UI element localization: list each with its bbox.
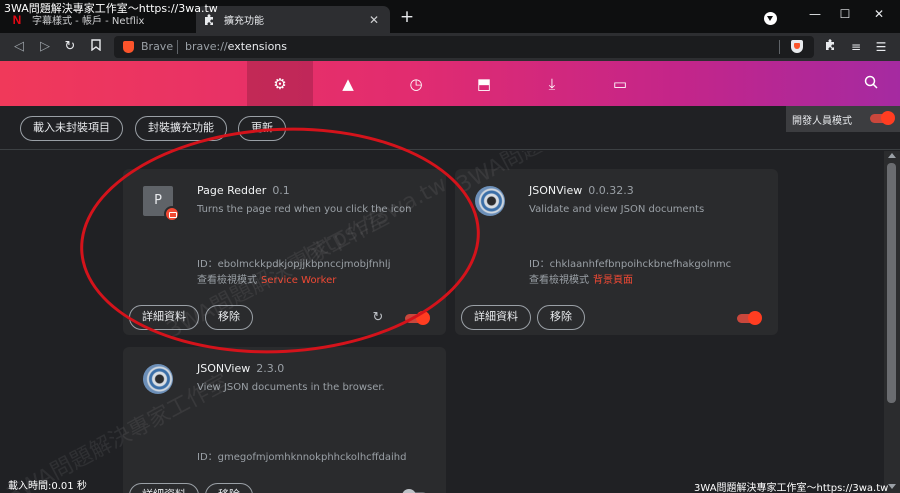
extension-card-jsonview-1: JSONView 0.0.32.3 Validate and view JSON … xyxy=(455,169,778,335)
extension-version: 0.1 xyxy=(272,184,290,197)
extension-name-text: Page Redder xyxy=(197,184,267,197)
extension-card-page-redder: P Page Redder 0.1 Turns the page red when… xyxy=(123,169,446,335)
extension-name-text: JSONView xyxy=(197,362,251,375)
inspect-link[interactable]: 背景頁面 xyxy=(593,275,633,286)
header-nav-bookmarks[interactable]: ⬒ xyxy=(451,61,517,106)
extension-id: ID：chklaanhfefbnpoihckbnefhakgolnmc xyxy=(529,259,732,270)
header-nav-rewards[interactable]: ▲ xyxy=(315,61,381,106)
close-window-button[interactable]: ✕ xyxy=(864,4,894,24)
watermark-title: 3WA問題解決專家工作室～https://3wa.tw xyxy=(4,2,218,15)
back-icon[interactable]: ◁ xyxy=(11,39,27,55)
brave-lion-icon xyxy=(123,41,134,53)
extension-name-text: JSONView xyxy=(529,184,583,197)
extension-name: JSONView 0.0.32.3 xyxy=(529,184,634,197)
update-button[interactable]: 更新 xyxy=(238,116,286,141)
history-icon: ◷ xyxy=(409,74,423,93)
header-nav-wallet[interactable]: ▭ xyxy=(587,61,653,106)
toolbar: ◁ ▷ ↻ Brave brave://extensions ≡ ☰ xyxy=(0,33,900,61)
address-url: brave://extensions xyxy=(185,40,287,53)
jsonview-logo-icon xyxy=(475,186,505,216)
details-button[interactable]: 詳細資料 xyxy=(129,483,199,493)
toggle-knob xyxy=(402,489,416,493)
url-prefix: brave:// xyxy=(185,40,228,53)
search-icon[interactable] xyxy=(862,75,880,93)
actions-bar: 載入未封裝項目 封裝擴充功能 更新 開發人員模式 xyxy=(0,106,900,150)
watermark-bottom: 3WA問題解決專家工作室～https://3wa.tw xyxy=(694,483,889,493)
minimize-button[interactable]: — xyxy=(800,4,830,24)
extension-name: JSONView 2.3.0 xyxy=(197,362,284,375)
menu-icon[interactable]: ☰ xyxy=(873,39,889,55)
bookmarks-icon: ⬒ xyxy=(476,74,492,93)
toggle-knob xyxy=(748,311,762,325)
extension-id: ID：ebolmckkpdkjopjjkbpnccjmobjfnhlj xyxy=(197,259,391,270)
load-unpacked-button[interactable]: 載入未封裝項目 xyxy=(20,116,123,141)
load-time-status: 載入時間:0.01 秒 xyxy=(8,481,87,492)
inspect-label: 查看檢視模式 xyxy=(529,275,589,286)
inspect-label: 查看檢視模式 xyxy=(197,275,257,286)
developer-mode-toggle[interactable] xyxy=(870,111,895,125)
developer-mode-box: 開發人員模式 xyxy=(786,106,900,132)
extension-description: View JSON documents in the browser. xyxy=(197,382,385,393)
inspect-views: 查看檢視模式 Service Worker xyxy=(197,271,336,286)
toggle-knob xyxy=(416,311,430,325)
brave-shields-icon[interactable] xyxy=(791,40,803,53)
playlist-icon[interactable]: ≡ xyxy=(848,39,864,55)
jsonview-logo-icon xyxy=(143,364,173,394)
extensions-header: ⚙ ▲ ◷ ⬒ ⤓ ▭ xyxy=(0,61,900,106)
inspect-link[interactable]: Service Worker xyxy=(261,275,336,286)
extension-version: 2.3.0 xyxy=(256,362,285,375)
new-tab-button[interactable]: + xyxy=(398,8,416,26)
tab-label: 擴充功能 xyxy=(224,16,264,27)
forward-icon[interactable]: ▷ xyxy=(37,39,53,55)
downloads-icon: ⤓ xyxy=(548,74,556,93)
remove-button[interactable]: 移除 xyxy=(205,305,253,330)
scroll-up-icon[interactable] xyxy=(888,153,896,158)
extensions-list: P Page Redder 0.1 Turns the page red when… xyxy=(0,151,900,493)
bookmark-icon[interactable] xyxy=(88,39,104,55)
details-button[interactable]: 詳細資料 xyxy=(129,305,199,330)
extension-id: ID：gmegofmjomhknnokphhckolhcffdaihd xyxy=(197,452,407,463)
tab-extensions[interactable]: 擴充功能 ✕ xyxy=(196,6,390,33)
developer-mode-label: 開發人員模式 xyxy=(792,116,852,127)
extension-card-jsonview-2: JSONView 2.3.0 View JSON documents in the… xyxy=(123,347,446,493)
remove-button[interactable]: 移除 xyxy=(537,305,585,330)
details-button[interactable]: 詳細資料 xyxy=(461,305,531,330)
close-tab-icon[interactable]: ✕ xyxy=(366,12,382,28)
maximize-button[interactable]: ☐ xyxy=(830,4,860,24)
enable-toggle[interactable] xyxy=(737,311,762,325)
rewards-icon: ▲ xyxy=(342,74,354,93)
header-nav-downloads[interactable]: ⤓ xyxy=(519,61,585,106)
extension-version: 0.0.32.3 xyxy=(588,184,634,197)
extensions-puzzle-icon[interactable] xyxy=(822,39,838,55)
toggle-knob xyxy=(881,111,895,125)
header-nav-history[interactable]: ◷ xyxy=(383,61,449,106)
scrollbar[interactable] xyxy=(884,151,900,493)
reload-extension-icon[interactable]: ↻ xyxy=(371,311,385,325)
address-brand: Brave xyxy=(141,40,174,53)
extension-description: Validate and view JSON documents xyxy=(529,204,705,215)
enable-toggle[interactable] xyxy=(405,311,430,325)
tab-search-icon[interactable] xyxy=(764,12,777,25)
pack-extension-button[interactable]: 封裝擴充功能 xyxy=(135,116,227,141)
address-divider xyxy=(177,40,178,54)
service-worker-badge-icon xyxy=(164,206,180,222)
remove-button[interactable]: 移除 xyxy=(205,483,253,493)
extension-name: Page Redder 0.1 xyxy=(197,184,290,197)
inspect-views: 查看檢視模式 背景頁面 xyxy=(529,271,633,286)
scroll-down-icon[interactable] xyxy=(888,484,896,489)
settings-icon: ⚙ xyxy=(273,74,287,93)
header-nav-settings[interactable]: ⚙ xyxy=(247,61,313,106)
extension-description: Turns the page red when you click the ic… xyxy=(197,204,412,215)
address-bar[interactable]: Brave brave://extensions xyxy=(114,36,814,58)
wallet-icon: ▭ xyxy=(612,74,628,93)
scroll-thumb[interactable] xyxy=(887,163,896,403)
shield-divider xyxy=(779,40,780,54)
reload-icon[interactable]: ↻ xyxy=(62,39,78,55)
url-host: extensions xyxy=(227,40,288,53)
